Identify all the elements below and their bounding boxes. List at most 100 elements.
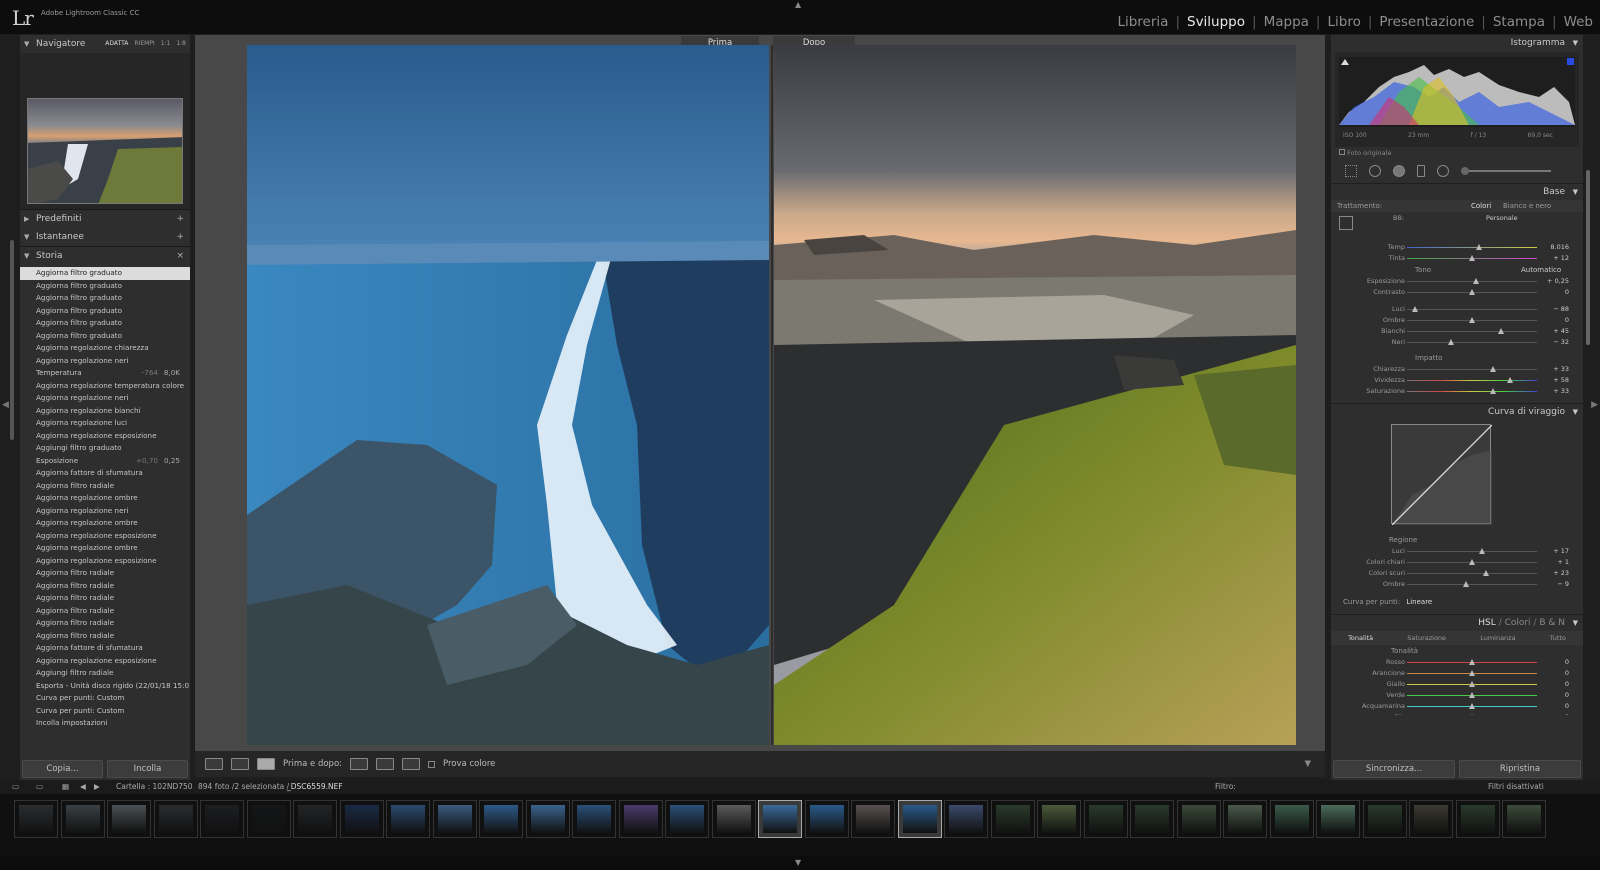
slider-colori-chiari[interactable]: Colori chiari + 1 — [1331, 557, 1583, 568]
brush-slider[interactable] — [1461, 167, 1551, 175]
sync-button[interactable]: Sincronizza... — [1333, 760, 1455, 778]
filmstrip-thumbnail[interactable] — [107, 800, 151, 838]
zoom-1-8[interactable]: 1:8 — [176, 35, 186, 53]
filter-value[interactable]: Filtri disattivati — [1488, 780, 1544, 794]
slider-handle[interactable] — [1475, 244, 1482, 250]
history-item[interactable]: Aggiorna filtro graduato — [20, 317, 190, 330]
history-item[interactable]: Aggiorna filtro radiale — [20, 480, 190, 493]
history-item[interactable]: Aggiorna filtro graduato — [20, 330, 190, 343]
history-item[interactable]: Aggiorna regolazione neri — [20, 355, 190, 368]
collapse-top-icon[interactable]: ▲ — [795, 0, 801, 9]
slider-value[interactable]: 0 — [1565, 668, 1569, 679]
collapse-triangle-icon[interactable]: ▼ — [1573, 184, 1578, 201]
histogram[interactable]: ISO 100 23 mm f / 13 69,0 sec — [1335, 52, 1579, 147]
slider-track[interactable] — [1407, 551, 1537, 552]
slider-value[interactable]: 0 — [1565, 712, 1569, 715]
history-item[interactable]: Aggiorna regolazione esposizione — [20, 655, 190, 668]
slider-rosso[interactable]: Rosso 0 — [1331, 657, 1583, 668]
after-image[interactable] — [774, 45, 1296, 745]
history-item[interactable]: Aggiorna filtro radiale — [20, 592, 190, 605]
filmstrip-thumbnail[interactable] — [990, 800, 1035, 838]
slider-ombre[interactable]: Ombre 0 — [1331, 315, 1583, 326]
history-item[interactable]: Aggiorna regolazione chiarezza — [20, 342, 190, 355]
slider-arancione[interactable]: Arancione 0 — [1331, 668, 1583, 679]
slider-handle[interactable] — [1497, 328, 1504, 334]
collapse-triangle-icon[interactable]: ▼ — [1573, 404, 1578, 421]
slider-value[interactable]: 8.016 — [1550, 242, 1569, 253]
slider-vividezza[interactable]: Vividezza + 58 — [1331, 375, 1583, 386]
collapse-triangle-icon[interactable]: ▼ — [24, 247, 29, 265]
clear-history-icon[interactable]: × — [176, 247, 184, 265]
slider-value[interactable]: − 88 — [1553, 304, 1569, 315]
history-item[interactable]: Aggiorna regolazione ombre — [20, 492, 190, 505]
slider-value[interactable]: + 58 — [1553, 375, 1569, 386]
snapshots-header[interactable]: ▼ Istantanee + — [20, 228, 190, 246]
navigator-thumbnail[interactable] — [27, 98, 183, 204]
add-preset-icon[interactable]: + — [176, 210, 184, 228]
filmstrip-thumbnail[interactable] — [1362, 800, 1407, 838]
history-item[interactable]: Aggiorna filtro radiale — [20, 605, 190, 618]
slider-tinta[interactable]: Tinta + 12 — [1331, 253, 1583, 264]
second-window-icon[interactable]: ▭ — [36, 780, 43, 794]
hsl-color-mode[interactable]: Colori — [1505, 618, 1531, 628]
slider-neri[interactable]: Neri − 32 — [1331, 337, 1583, 348]
slider-handle[interactable] — [1472, 278, 1479, 284]
slider-track[interactable] — [1407, 391, 1537, 392]
module-libreria[interactable]: Libreria — [1110, 14, 1175, 30]
filmstrip-thumbnail[interactable] — [1269, 800, 1314, 838]
history-item[interactable]: Aggiorna filtro graduato — [20, 267, 190, 280]
filmstrip-thumbnail[interactable] — [14, 800, 58, 838]
slider-handle[interactable] — [1469, 559, 1475, 565]
slider-luci[interactable]: Luci + 17 — [1331, 546, 1583, 557]
history-item[interactable]: Esposizione +0,70 0,25 — [20, 455, 190, 468]
history-item[interactable]: Aggiorna regolazione luci — [20, 417, 190, 430]
history-item[interactable]: Esporta - Unità disco rigido (22/01/18 1… — [20, 680, 190, 693]
filmstrip-thumbnail[interactable] — [758, 800, 802, 838]
add-snapshot-icon[interactable]: + — [176, 228, 184, 246]
collapse-triangle-icon[interactable]: ▼ — [24, 35, 29, 53]
slider-handle[interactable] — [1469, 659, 1475, 665]
slider-handle[interactable] — [1483, 570, 1490, 576]
treatment-bw[interactable]: Bianco e nero — [1503, 200, 1551, 212]
slider-ombre[interactable]: Ombre − 9 — [1331, 579, 1583, 590]
slider-track[interactable] — [1407, 247, 1537, 248]
reset-button[interactable]: Ripristina — [1459, 760, 1581, 778]
slider-chiarezza[interactable]: Chiarezza + 33 — [1331, 364, 1583, 375]
slider-handle[interactable] — [1469, 692, 1475, 698]
slider-handle[interactable] — [1411, 306, 1418, 312]
slider-track[interactable] — [1407, 309, 1537, 310]
filmstrip-thumbnail[interactable] — [851, 800, 895, 838]
filmstrip-thumbnail[interactable] — [572, 800, 616, 838]
treatment-color[interactable]: Colori — [1471, 200, 1491, 212]
back-arrow-icon[interactable]: ◀ — [80, 780, 86, 794]
copy-button[interactable]: Copia... — [22, 760, 103, 778]
filmstrip-thumbnail[interactable] — [386, 800, 430, 838]
module-libro[interactable]: Libro — [1320, 14, 1367, 30]
hsl-header[interactable]: HSL / Colori / B & N ▼ — [1331, 614, 1583, 631]
slider-value[interactable]: 0 — [1565, 701, 1569, 712]
slider-handle[interactable] — [1479, 548, 1486, 554]
history-item[interactable]: Aggiorna regolazione esposizione — [20, 430, 190, 443]
slider-value[interactable]: + 1 — [1557, 557, 1569, 568]
slider-value[interactable]: + 12 — [1553, 253, 1569, 264]
history-item[interactable]: Aggiorna filtro radiale — [20, 567, 190, 580]
red-eye-icon[interactable] — [1393, 165, 1405, 177]
slider-handle[interactable] — [1469, 670, 1475, 676]
slider-value[interactable]: + 0,25 — [1547, 276, 1569, 287]
history-item[interactable]: Aggiungi filtro graduato — [20, 442, 190, 455]
slider-handle[interactable] — [1469, 703, 1475, 709]
slider-handle[interactable] — [1469, 714, 1475, 715]
slider-value[interactable]: 0 — [1565, 657, 1569, 668]
slider-handle[interactable] — [1469, 317, 1475, 323]
slider-handle[interactable] — [1469, 289, 1475, 295]
module-mappa[interactable]: Mappa — [1257, 14, 1316, 30]
graduated-filter-icon[interactable] — [1417, 165, 1425, 177]
filmstrip-thumbnail[interactable] — [1223, 800, 1267, 838]
history-item[interactable]: Aggiungi filtro radiale — [20, 667, 190, 680]
history-item[interactable]: Aggiorna filtro graduato — [20, 280, 190, 293]
slider-value[interactable]: + 45 — [1553, 326, 1569, 337]
filmstrip-thumbnail[interactable] — [525, 800, 570, 838]
main-window-icon[interactable]: ▭ — [12, 780, 19, 794]
slider-track[interactable] — [1407, 380, 1537, 381]
zoom-fill[interactable]: RIEMPI — [134, 35, 154, 53]
